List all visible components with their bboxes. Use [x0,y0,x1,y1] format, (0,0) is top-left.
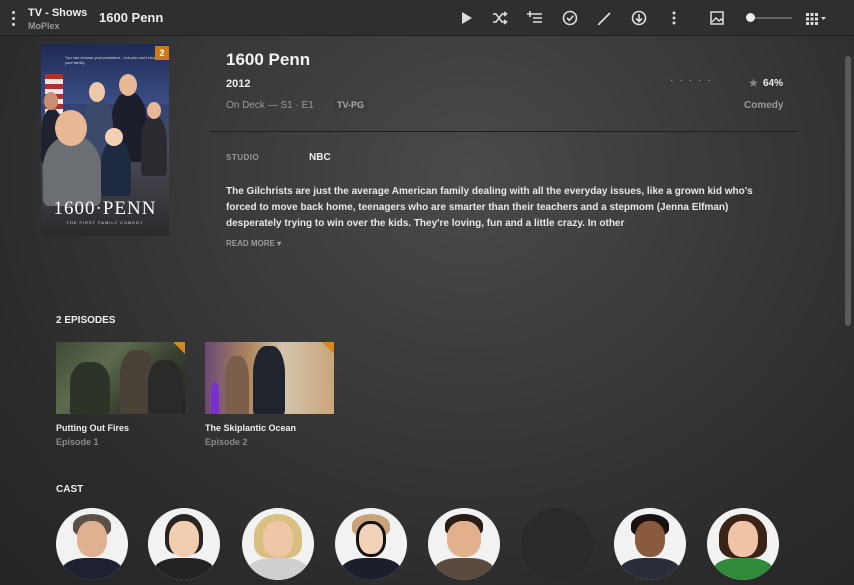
cast-member-placeholder[interactable] [521,508,593,580]
episode-number: Episode 2 [205,437,248,447]
more-options-icon[interactable] [665,9,683,27]
poster-title: 1600·PENN [53,198,157,219]
show-poster[interactable]: You can choose your president... but you… [41,44,169,236]
cast-member-avatar[interactable] [707,508,779,580]
server-name: MoPlex [28,21,60,31]
cast-member-avatar[interactable] [148,508,220,580]
critic-rating: 64% [763,78,784,89]
edit-icon[interactable] [596,9,614,27]
cast-member-avatar[interactable] [56,508,128,580]
play-icon[interactable] [457,9,475,27]
episode-title[interactable]: Putting Out Fires [56,423,129,433]
star-icon: ★ [748,76,759,90]
more-menu-icon[interactable] [9,11,17,27]
unwatched-indicator [322,342,334,354]
episode-number: Episode 1 [56,437,99,447]
library-name[interactable]: TV - Shows [28,7,87,20]
background-image-icon[interactable] [708,9,726,27]
download-icon[interactable] [630,9,648,27]
view-grid-icon[interactable] [804,9,830,27]
mark-watched-icon[interactable] [561,9,579,27]
divider [210,131,798,132]
episode-thumbnail[interactable] [56,342,185,414]
top-bar: TV - Shows MoPlex 1600 Penn [0,0,854,36]
shuffle-icon[interactable] [491,9,509,27]
cast-member-avatar[interactable] [614,508,686,580]
studio-label: STUDIO [226,153,260,162]
on-deck-label[interactable]: On Deck — S1 · E1 [226,100,314,111]
cast-member-avatar[interactable] [242,508,314,580]
episodes-header: 2 EPISODES [56,315,116,326]
breadcrumb[interactable]: TV - Shows MoPlex [28,7,87,32]
episode-title[interactable]: The Skiplantic Ocean [205,423,296,433]
size-slider-knob[interactable] [746,13,755,22]
add-to-queue-icon[interactable] [526,9,544,27]
cast-header: CAST [56,484,84,495]
cast-member-avatar[interactable] [335,508,407,580]
scrollbar[interactable] [845,56,851,326]
studio-value: NBC [309,152,331,163]
read-more-link[interactable]: READ MORE ▾ [226,239,281,248]
genre-label[interactable]: Comedy [744,100,783,111]
user-rating-dots[interactable]: ····· [670,75,717,86]
cast-member-avatar[interactable] [428,508,500,580]
show-title: 1600 Penn [226,50,311,69]
page-title: 1600 Penn [99,10,164,25]
show-year: 2012 [226,78,251,90]
unwatched-count-badge: 2 [155,46,169,60]
content-rating-badge: TV-PG [333,99,369,111]
poster-tagline: You can choose your president... but you… [65,55,161,65]
summary-text: The Gilchrists are just the average Amer… [226,186,753,229]
poster-subtitle: THE FIRST FAMILY COMEDY [66,220,144,225]
unwatched-indicator [173,342,185,354]
episode-thumbnail[interactable] [205,342,334,414]
